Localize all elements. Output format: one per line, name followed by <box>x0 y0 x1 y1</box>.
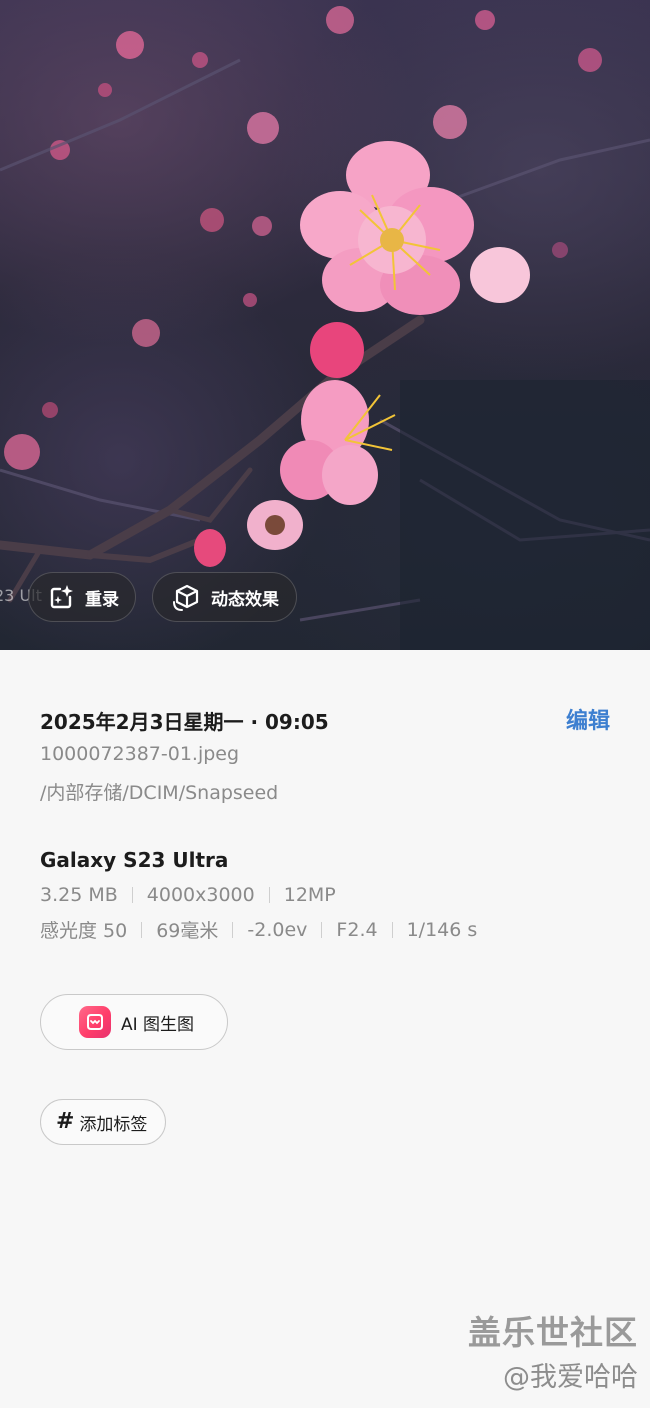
watermark-user: @我爱哈哈 <box>503 1362 638 1393</box>
spec-iso: 感光度 50 <box>40 920 128 942</box>
divider <box>268 887 270 903</box>
motion-effect-button[interactable]: 动态效果 <box>152 572 297 622</box>
hash-icon: # <box>56 1109 75 1134</box>
divider <box>141 921 143 938</box>
device-name: Galaxy S23 Ultra <box>40 848 229 872</box>
date-time: 2025年2月3日星期一 · 09:05 <box>40 710 329 734</box>
spec-row-camera: 感光度 50 69毫米 -2.0ev F2.4 1/146 s <box>40 916 477 943</box>
ai-button-label: AI 图生图 <box>121 1014 195 1035</box>
edit-button[interactable]: 编辑 <box>566 703 610 735</box>
spec-focal-length: 69毫米 <box>156 920 219 942</box>
divider <box>232 921 234 938</box>
details-panel: 2025年2月3日星期一 · 09:05 编辑 1000072387-01.jp… <box>0 650 650 1408</box>
spec-row-file: 3.25 MB 4000x3000 12MP <box>40 884 336 906</box>
add-tag-button[interactable]: # 添加标签 <box>40 1099 166 1145</box>
remaster-label: 重录 <box>85 589 119 610</box>
spec-aperture: F2.4 <box>336 918 378 941</box>
file-name: 1000072387-01.jpeg <box>40 743 240 765</box>
ai-image-to-image-button[interactable]: AI 图生图 <box>40 994 228 1050</box>
spec-resolution: 4000x3000 <box>146 884 255 906</box>
sparkle-photo-icon <box>45 581 77 613</box>
divider <box>131 887 133 903</box>
ai-app-icon <box>79 1006 111 1038</box>
add-tag-label: 添加标签 <box>79 1114 148 1135</box>
remaster-button[interactable]: 重录 <box>28 572 136 622</box>
spec-file-size: 3.25 MB <box>40 884 118 906</box>
spec-shutter: 1/146 s <box>406 918 478 941</box>
photo-viewer[interactable]: 23 Ult 重录 动态效果 <box>0 0 650 650</box>
divider <box>391 921 393 938</box>
motion-effect-label: 动态效果 <box>211 589 279 610</box>
watermark-brand: 盖乐世社区 <box>468 1313 638 1352</box>
motion-cube-icon <box>171 581 203 613</box>
divider <box>321 921 323 938</box>
spec-megapixels: 12MP <box>283 884 336 906</box>
blossom-photo <box>0 6 650 650</box>
file-path: /内部存储/DCIM/Snapseed <box>40 782 279 804</box>
spec-exposure: -2.0ev <box>247 918 308 941</box>
